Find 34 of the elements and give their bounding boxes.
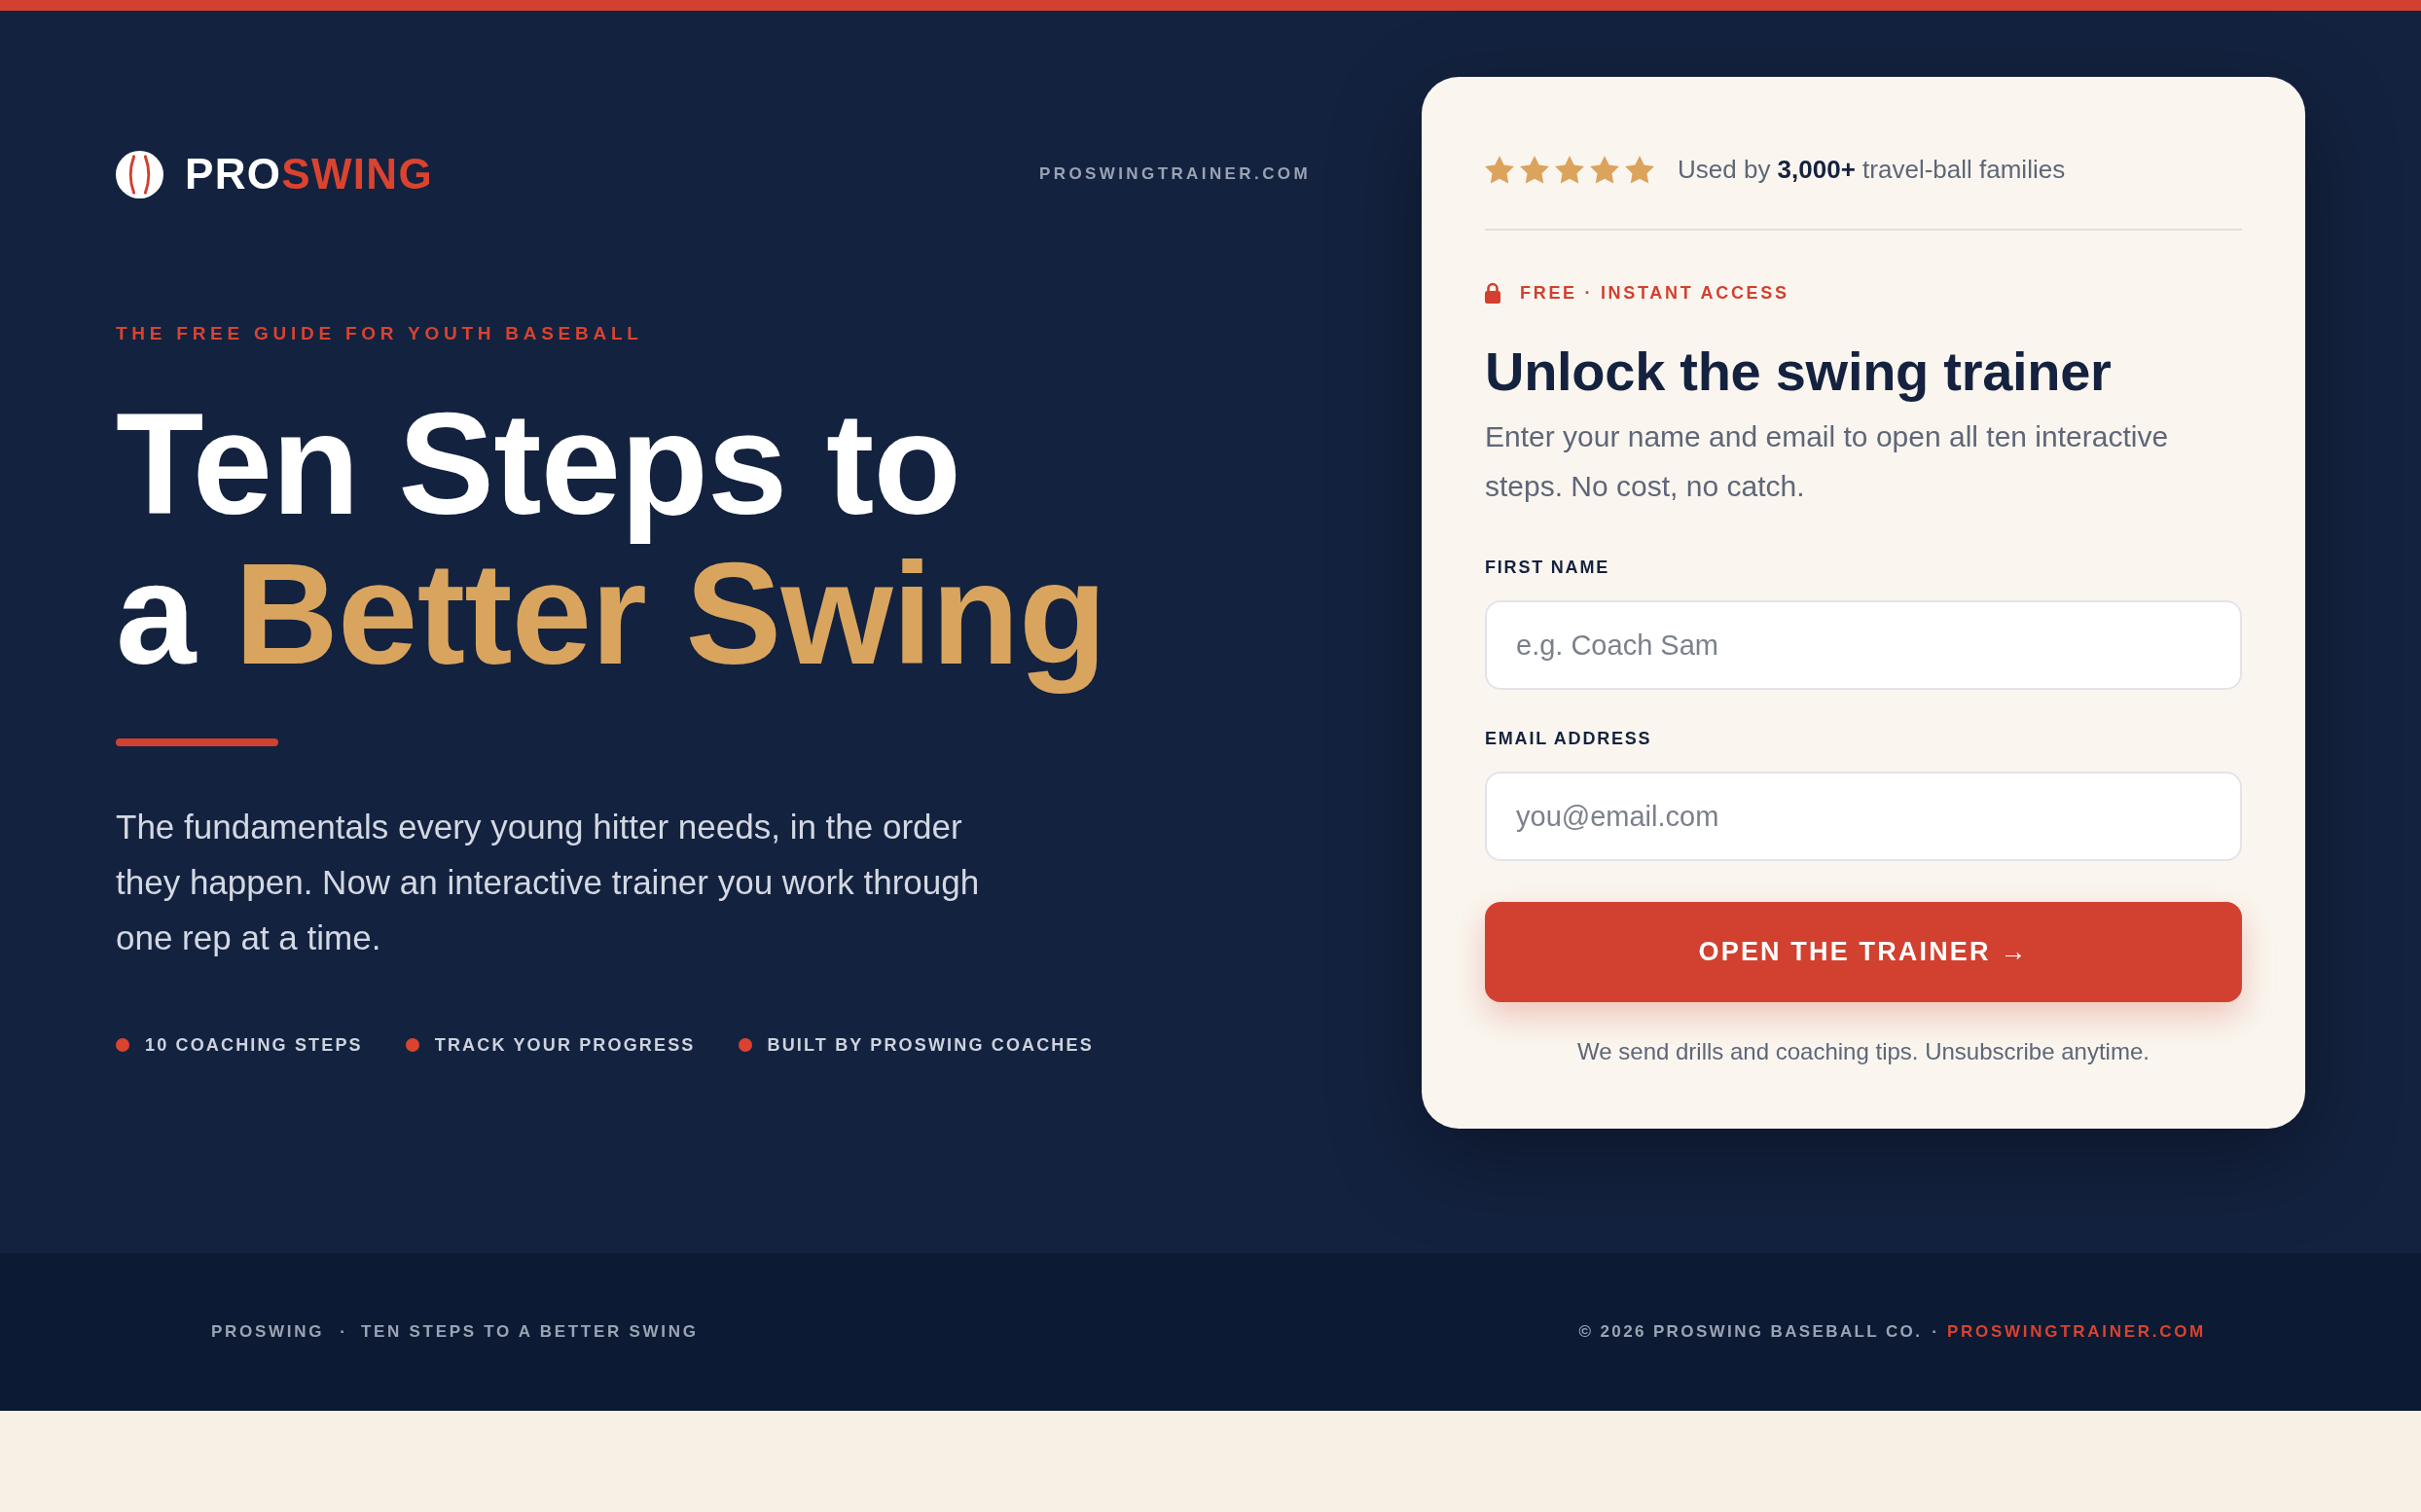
bullet-icon: [405, 1038, 419, 1052]
copyright-text: © 2026 PROSWING BASEBALL CO.: [1578, 1321, 1923, 1343]
intro-paragraph: The fundamentals every young hitter needs, in the order they happen. Now an interactive trainer you work through one rep at a time.: [116, 807, 981, 958]
star-icon: [1555, 155, 1584, 184]
lock-icon: [1485, 282, 1500, 304]
field-label: EMAIL ADDRESS: [1485, 728, 1652, 750]
field-label: FIRST NAME: [1485, 557, 1609, 579]
eyebrow-text: THE FREE GUIDE FOR YOUTH BASEBALL: [116, 322, 643, 345]
brand-wordmark: PROSWING: [185, 150, 433, 198]
access-badge-text: FREE · INSTANT ACCESS: [1520, 282, 1789, 305]
input-field[interactable]: e.g. Coach Sam: [1485, 600, 2242, 690]
bullet-icon: [738, 1038, 752, 1052]
star-icon: [1625, 155, 1654, 184]
footer-separator: ·: [1932, 1321, 1937, 1343]
card-title: Unlock the swing trainer: [1485, 340, 2112, 404]
star-icon: [1590, 155, 1619, 184]
website-link[interactable]: PROSWINGTRAINER.COM: [1039, 160, 1311, 189]
headline: Ten Steps to a Better Swing: [116, 382, 1106, 696]
footer-website-link[interactable]: PROSWINGTRAINER.COM: [1946, 1318, 2206, 1346]
footer-separator: ·: [340, 1321, 345, 1343]
star-icon: [1520, 155, 1549, 184]
bullet-icon: [116, 1038, 129, 1052]
highlight-text: 10 COACHING STEPS: [145, 1034, 363, 1057]
footer-tagline: TEN STEPS TO A BETTER SWING: [360, 1321, 699, 1343]
highlight-text: TRACK YOUR PROGRESS: [434, 1034, 696, 1057]
highlight-text: BUILT BY PROSWING COACHES: [767, 1034, 1094, 1057]
footer-brand: PROSWING: [211, 1321, 325, 1343]
privacy-note: We send drills and coaching tips. Unsubscribe anytime.: [1577, 1037, 2150, 1066]
baseball-icon: [116, 150, 163, 198]
open-trainer-button[interactable]: OPEN THE TRAINER →: [1485, 902, 2242, 1002]
input-field[interactable]: you@email.com: [1485, 772, 2242, 861]
card-description: Enter your name and email to open all ten interactive steps. No cost, no catch.: [1485, 419, 2170, 504]
rating-text: Used by 3,000+ travel-ball families: [1678, 154, 2066, 186]
star-icon: [1485, 155, 1514, 184]
